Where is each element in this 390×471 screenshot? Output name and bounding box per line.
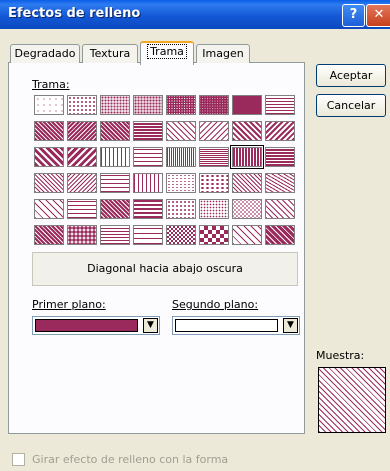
fill-effects-dialog: Efectos de relleno ? ✕ Degradado Textura… — [0, 0, 390, 471]
pattern-wupDiag[interactable] — [67, 147, 97, 167]
pattern-smGrid[interactable] — [100, 225, 130, 245]
foreground-swatch — [35, 319, 138, 332]
pattern-dotDmnd[interactable] — [232, 199, 262, 219]
tab-trama-label: Trama — [147, 44, 187, 59]
pattern-dkHorz[interactable] — [265, 147, 295, 167]
cancel-button[interactable]: Cancelar — [316, 94, 386, 117]
pattern-name-display: Diagonal hacia abajo oscura — [32, 252, 298, 286]
pattern-dots80[interactable] — [100, 121, 130, 141]
foreground-color-select[interactable]: ▼ — [32, 316, 160, 335]
background-label: Segundo plano: — [172, 298, 258, 311]
pattern-dkdnDiag[interactable] — [232, 121, 262, 141]
pattern-zigZag[interactable] — [232, 173, 262, 193]
pattern-sphere[interactable] — [67, 225, 97, 245]
pattern-plaid[interactable] — [133, 199, 163, 219]
background-swatch — [175, 319, 278, 332]
pattern-smConfetti[interactable] — [166, 173, 196, 193]
pattern-dots90[interactable] — [133, 121, 163, 141]
pattern-lgConfetti[interactable] — [199, 173, 229, 193]
background-color-select[interactable]: ▼ — [172, 316, 300, 335]
pattern-diagBrick[interactable] — [34, 199, 64, 219]
sample-label: Muestra: — [316, 349, 365, 362]
pattern-narHorz[interactable] — [199, 147, 229, 167]
chevron-down-icon[interactable]: ▼ — [283, 318, 298, 333]
pattern-horzBrick[interactable] — [67, 199, 97, 219]
pattern-dots5[interactable] — [34, 95, 64, 115]
pattern-divot[interactable] — [166, 199, 196, 219]
close-icon[interactable]: ✕ — [366, 4, 390, 27]
pattern-ltVert[interactable] — [100, 147, 130, 167]
pattern-trellis[interactable] — [34, 225, 64, 245]
pattern-dashupDiag[interactable] — [67, 173, 97, 193]
pattern-ltHorz[interactable] — [133, 147, 163, 167]
pattern-lgCheck[interactable] — [199, 225, 229, 245]
pattern-solidDmnd[interactable] — [265, 225, 295, 245]
pattern-lgGrid[interactable] — [133, 225, 163, 245]
trama-label: Trama: — [32, 78, 70, 91]
accept-button[interactable]: Aceptar — [316, 64, 386, 87]
pattern-dots30[interactable] — [166, 95, 196, 115]
foreground-label: Primer plano: — [32, 298, 106, 311]
pattern-dotGrid[interactable] — [199, 199, 229, 219]
tab-panel — [8, 62, 305, 434]
chevron-down-icon[interactable]: ▼ — [143, 318, 158, 333]
pattern-dots20[interactable] — [100, 95, 130, 115]
pattern-dashdnDiag[interactable] — [34, 173, 64, 193]
pattern-dots75[interactable] — [67, 121, 97, 141]
pattern-weave[interactable] — [100, 199, 130, 219]
pattern-wdnDiag[interactable] — [34, 147, 64, 167]
pattern-openDmnd[interactable] — [232, 225, 262, 245]
help-icon[interactable]: ? — [342, 4, 365, 27]
pattern-dashHorz[interactable] — [100, 173, 130, 193]
window-title: Efectos de relleno — [8, 6, 141, 21]
pattern-dots50[interactable] — [232, 95, 262, 115]
pattern-narVert[interactable] — [166, 147, 196, 167]
background-label-text: Segundo plano: — [172, 298, 259, 311]
sample-preview — [318, 367, 386, 433]
pattern-wave[interactable] — [265, 173, 295, 193]
pattern-smCheck[interactable] — [166, 225, 196, 245]
tab-imagen[interactable]: Imagen — [196, 44, 250, 63]
pattern-shingle[interactable] — [265, 199, 295, 219]
pattern-dashVert[interactable] — [133, 173, 163, 193]
pattern-dots60[interactable] — [265, 95, 295, 115]
pattern-dots40[interactable] — [199, 95, 229, 115]
title-bar: Efectos de relleno ? ✕ — [0, 0, 390, 29]
rotate-checkbox-label: Girar efecto de relleno con la forma — [32, 453, 229, 466]
pattern-dkVert[interactable] — [230, 145, 264, 169]
tab-textura[interactable]: Textura — [82, 44, 138, 63]
pattern-ltupDiag[interactable] — [199, 121, 229, 141]
tab-trama[interactable]: Trama — [140, 41, 194, 65]
tab-degradado[interactable]: Degradado — [10, 44, 80, 63]
pattern-dots70[interactable] — [34, 121, 64, 141]
foreground-label-text: Primer plano: — [32, 298, 106, 311]
pattern-dots10[interactable] — [67, 95, 97, 115]
pattern-dkupDiag[interactable] — [265, 121, 295, 141]
pattern-ltdnDiag[interactable] — [166, 121, 196, 141]
rotate-checkbox[interactable] — [12, 453, 25, 466]
pattern-dots25[interactable] — [133, 95, 163, 115]
